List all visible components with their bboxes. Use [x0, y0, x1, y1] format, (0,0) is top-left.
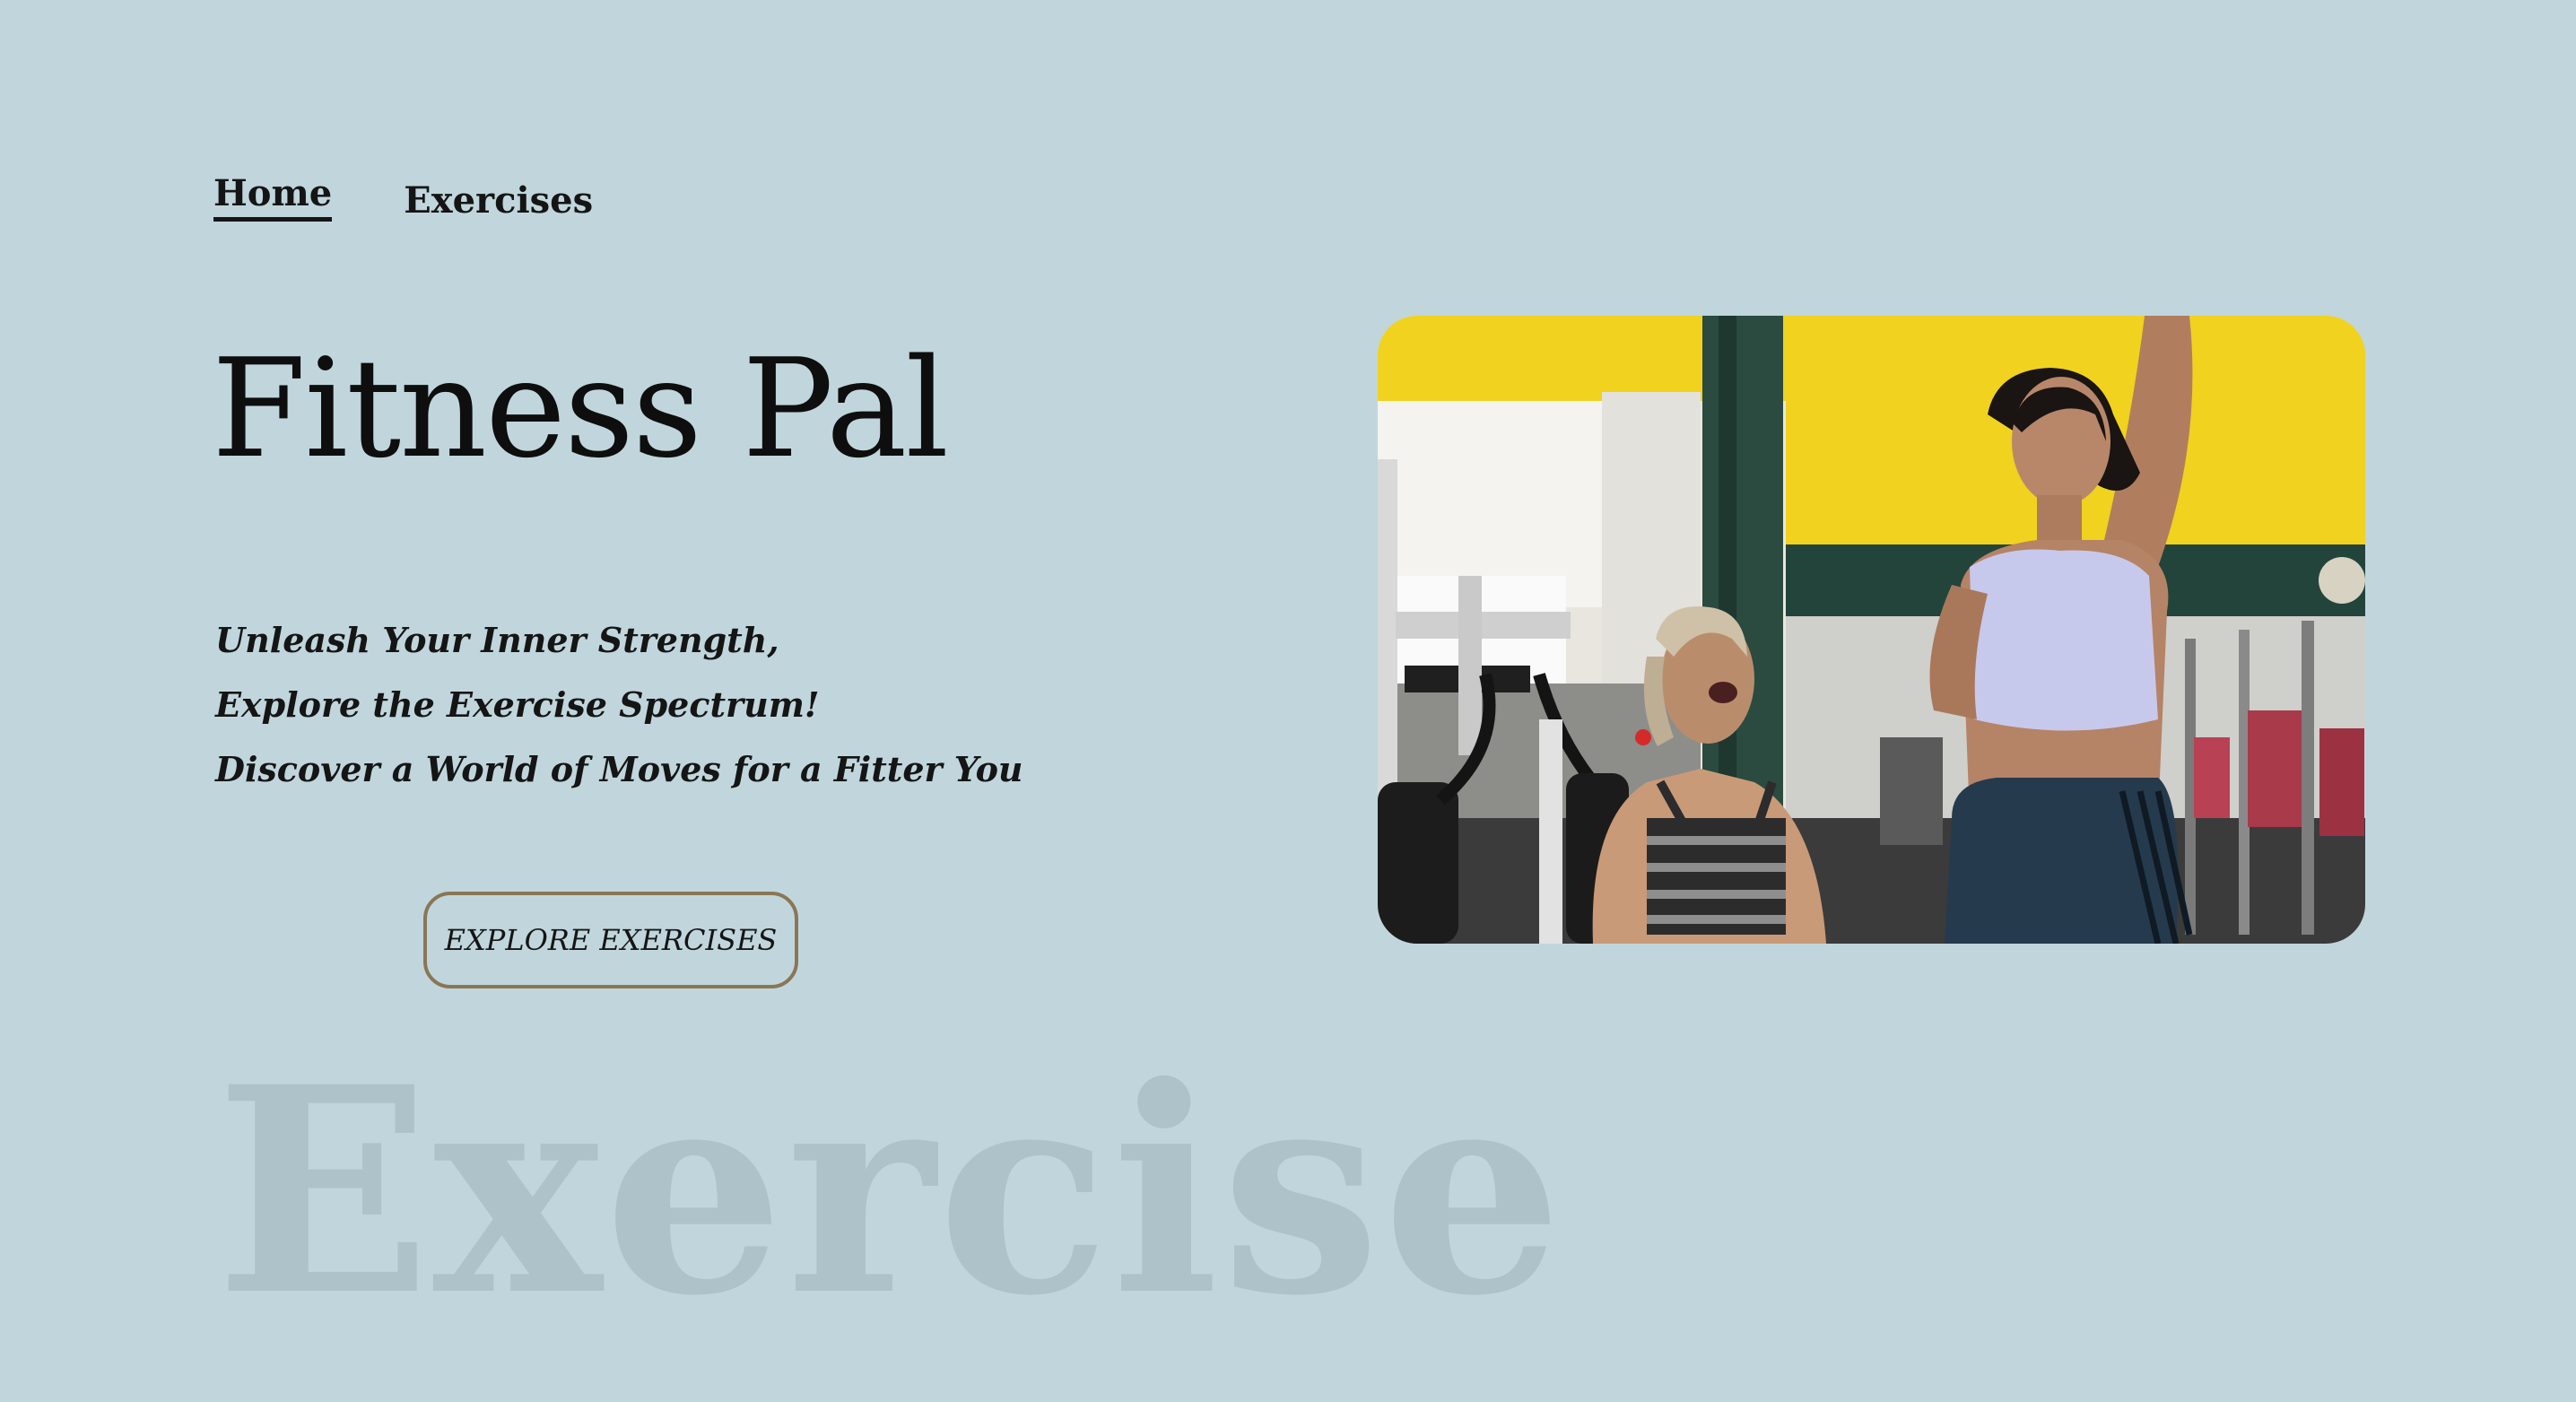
explore-exercises-button[interactable]: EXPLORE EXERCISES — [423, 892, 798, 988]
exercise-watermark: Exercise — [215, 1024, 1565, 1358]
page-title: Fitness Pal — [212, 329, 949, 488]
hero-photo — [1378, 316, 2365, 944]
hero-tagline: Unleash Your Inner Strength, Explore the… — [215, 608, 1023, 802]
tagline-line-3: Discover a World of Moves for a Fitter Y… — [215, 749, 1023, 789]
tagline-line-1: Unleash Your Inner Strength, — [215, 620, 779, 660]
tagline-line-2: Explore the Exercise Spectrum! — [215, 684, 820, 725]
gym-scene-illustration — [1378, 316, 2365, 944]
nav-home-link[interactable]: Home — [213, 172, 333, 222]
main-nav: Home Exercises — [213, 172, 593, 222]
nav-exercises-link[interactable]: Exercises — [404, 179, 593, 222]
